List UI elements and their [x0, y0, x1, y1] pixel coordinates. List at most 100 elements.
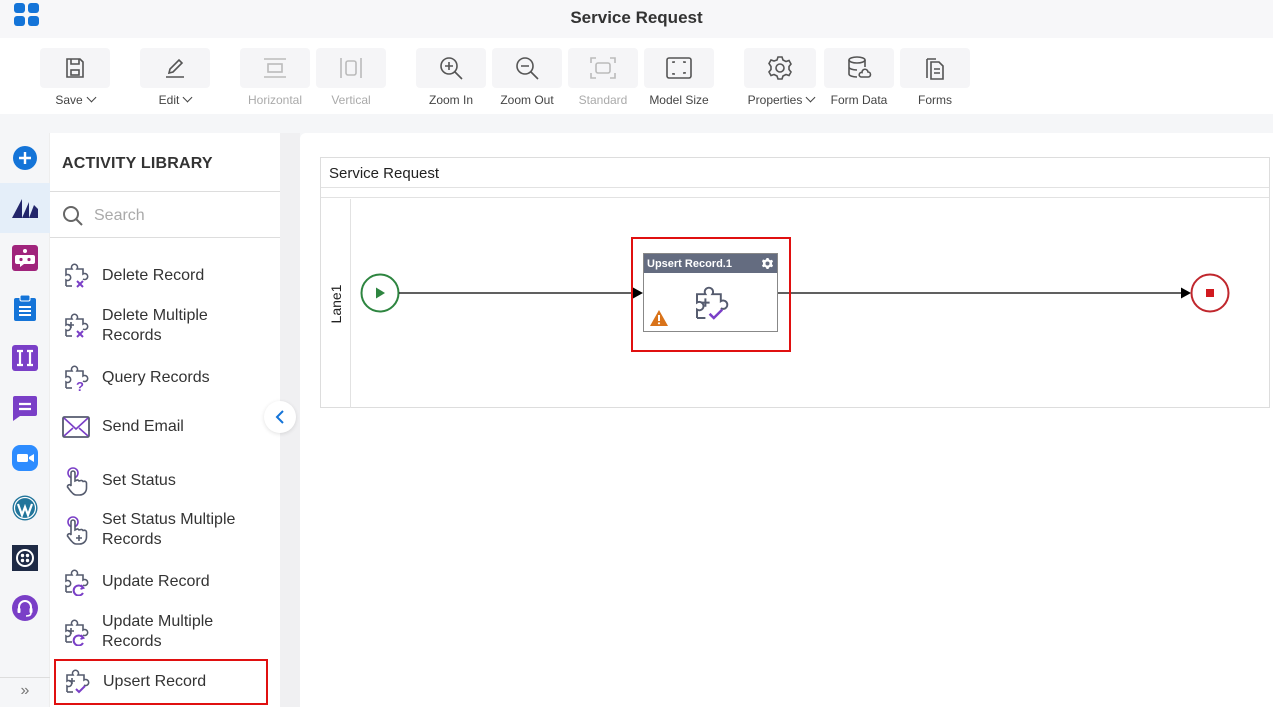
sidebar-item-wordpress[interactable]: [0, 483, 50, 533]
upsert-record-task[interactable]: Upsert Record.1: [643, 253, 778, 332]
plus-circle-icon: [13, 146, 37, 170]
library-item-update-record[interactable]: Update Record: [55, 568, 267, 596]
vertical-icon: [340, 58, 362, 78]
page-title: Service Request: [570, 8, 703, 27]
chat-icon: [13, 396, 37, 421]
horizontal-button[interactable]: Horizontal: [240, 48, 310, 110]
sidebar-item-support[interactable]: [0, 583, 50, 633]
zoom-in-button[interactable]: Zoom In: [416, 48, 486, 110]
dynamics-icon: [12, 199, 38, 218]
sidebar-item-chat[interactable]: [0, 383, 50, 433]
zoom-out-icon: [516, 57, 539, 80]
properties-label: Properties: [747, 93, 803, 107]
lane-label: Lane1: [327, 284, 344, 323]
horizontal-icon: [264, 58, 286, 78]
toolbar: Save Edit Horizontal Vertical Zoom In Zo…: [0, 38, 1273, 114]
pool-title: Service Request: [329, 165, 440, 182]
forms-icon: [926, 58, 944, 80]
save-button[interactable]: Save: [40, 48, 110, 110]
gear-icon: [768, 56, 792, 80]
puzzle-delete-icon: [65, 263, 89, 288]
library-item-update-multiple-records[interactable]: Update Multiple Records: [55, 612, 267, 652]
standard-icon: [590, 57, 616, 79]
edit-label: Edit: [158, 93, 180, 107]
twilio-icon: [12, 545, 38, 571]
library-item-delete-record[interactable]: Delete Record: [55, 262, 267, 290]
library-item-delete-multiple-records[interactable]: Delete Multiple Records: [55, 306, 267, 346]
library-search: [50, 192, 280, 238]
pool[interactable]: Service Request Lane1: [320, 157, 1270, 408]
zoom-out-label: Zoom Out: [500, 93, 554, 107]
stop-icon: [1206, 289, 1214, 297]
library-item-label: Update Record: [102, 573, 210, 590]
vertical-button[interactable]: Vertical: [316, 48, 386, 110]
lane-header[interactable]: Lane1: [321, 199, 351, 408]
sidebar-item-tasks[interactable]: [0, 283, 50, 333]
headset-icon: [12, 595, 38, 621]
model-size-label: Model Size: [649, 93, 709, 107]
library-item-label: Upsert Record: [103, 673, 207, 690]
puzzle-delete-multiple-icon: [65, 313, 89, 338]
library-item-set-status-multiple-records[interactable]: Set Status Multiple Records: [55, 510, 267, 550]
start-event[interactable]: [360, 273, 400, 313]
pool-header: Service Request: [321, 158, 1269, 188]
chevron-down-icon: [182, 92, 193, 103]
activity-library-title: ACTIVITY LIBRARY: [62, 155, 213, 172]
puzzle-update-icon: [65, 569, 89, 596]
hand-pointer-icon: [66, 467, 88, 496]
standard-label: Standard: [578, 93, 628, 107]
database-icon: [848, 56, 872, 78]
pool-strip: [321, 189, 1269, 198]
gear-icon[interactable]: [761, 257, 774, 270]
sidebar-item-zoom[interactable]: [0, 433, 50, 483]
form-data-button[interactable]: Form Data: [824, 48, 894, 110]
search-input[interactable]: [94, 204, 264, 228]
chevron-down-icon: [86, 92, 97, 103]
wordpress-icon: [12, 495, 38, 521]
ii-icon: [12, 345, 38, 371]
library-item-label: Query Records: [102, 369, 210, 386]
library-item-label: Delete Multiple Records: [102, 307, 208, 344]
sidebar-item-integration[interactable]: [0, 333, 50, 383]
activity-library-panel: ACTIVITY LIBRARY Delete Record Delete Mu…: [50, 133, 280, 707]
library-item-set-status[interactable]: Set Status: [55, 466, 267, 496]
zoom-in-label: Zoom In: [428, 93, 473, 107]
double-chevron-right-icon: »: [20, 682, 30, 699]
library-item-query-records[interactable]: ? Query Records: [55, 364, 267, 392]
title-bar: Service Request: [0, 0, 1273, 38]
puzzle-update-multiple-icon: [65, 619, 89, 646]
puzzle-query-icon: ?: [65, 365, 89, 392]
collapse-library-button[interactable]: [264, 401, 296, 433]
save-icon: [66, 58, 84, 78]
svg-text:?: ?: [76, 379, 84, 392]
sidebar-item-add[interactable]: [0, 133, 50, 183]
app-sidebar: »: [0, 133, 50, 707]
model-size-button[interactable]: Model Size: [644, 48, 714, 110]
zoom-out-button[interactable]: Zoom Out: [492, 48, 562, 110]
warning-icon[interactable]: [650, 310, 668, 326]
library-item-send-email[interactable]: Send Email: [55, 415, 267, 439]
library-item-label: Delete Record: [102, 267, 205, 284]
chevron-left-icon: [275, 410, 284, 424]
save-label: Save: [55, 93, 83, 107]
sidebar-item-twilio[interactable]: [0, 533, 50, 583]
video-icon: [12, 445, 38, 471]
library-item-label: Send Email: [102, 418, 184, 435]
puzzle-upsert-icon: [66, 669, 90, 694]
task-header: Upsert Record.1: [644, 254, 777, 273]
expand-sidebar-button[interactable]: »: [0, 677, 50, 707]
sidebar-item-dynamics-crm[interactable]: [0, 183, 50, 233]
library-item-label: Set Status: [102, 472, 176, 489]
library-item-upsert-record[interactable]: Upsert Record: [54, 659, 268, 705]
sidebar-item-bot[interactable]: [0, 233, 50, 283]
edit-button[interactable]: Edit: [140, 48, 210, 110]
end-event[interactable]: [1190, 273, 1230, 313]
search-icon: [63, 206, 83, 226]
forms-button[interactable]: Forms: [900, 48, 970, 110]
library-item-label: Update Multiple Records: [102, 613, 214, 650]
edit-icon: [166, 58, 184, 78]
forms-label: Forms: [918, 93, 952, 107]
standard-button[interactable]: Standard: [568, 48, 638, 110]
hand-pointer-plus-icon: [66, 516, 88, 545]
properties-button[interactable]: Properties: [744, 48, 818, 110]
